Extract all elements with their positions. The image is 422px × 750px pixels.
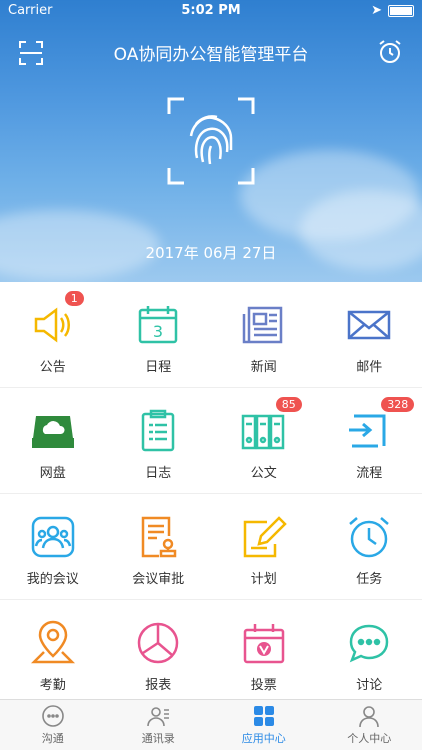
contacts-icon [147,707,170,727]
app-item[interactable]: 投票 [211,600,317,706]
app-item[interactable]: 85 公文 [211,388,317,494]
app-item[interactable]: 网盘 [0,388,106,494]
app-label: 网盘 [39,466,66,481]
app-label: 日志 [145,466,172,481]
cloud-drive-icon [30,408,76,454]
tab-chat[interactable]: 沟通 [0,700,106,750]
alarm-clock-icon [346,514,392,560]
speaker-icon: 1 [30,290,85,348]
pie-chart-icon [135,620,181,666]
current-date: 2017年 06月 27日 [145,244,277,262]
location-arrow-icon: ➤ [371,3,382,18]
app-label: 邮件 [356,360,383,375]
app-label: 投票 [250,678,277,693]
calendar-icon: 3 [135,302,181,348]
svg-text:3: 3 [153,322,163,341]
clipboard-icon [135,408,181,454]
app-label: 会议审批 [132,572,185,587]
tab-app-center[interactable]: 应用中心 [211,700,317,750]
battery-icon [388,4,414,17]
app-label: 公告 [39,360,66,375]
tab-bar: 沟通 通讯录 应用中心 个人中心 [0,699,422,750]
meeting-icon [30,514,76,560]
app-item[interactable]: 报表 [105,600,211,706]
approval-icon [135,514,181,560]
tab-label: 应用中心 [241,732,286,745]
app-label: 公文 [250,466,277,481]
app-item[interactable]: 1 公告 [0,282,106,388]
app-grid: 1 公告 3 日程 新闻 邮件 网盘 日志 85 公文 328 流程 我的会议 … [0,282,422,706]
app-label: 计划 [250,572,277,587]
header-banner: Carrier 5:02 PM ➤ OA协同办公智能管理平台 2017年 06月… [0,0,422,282]
tab-label: 通讯录 [141,732,175,745]
app-label: 我的会议 [26,572,79,587]
app-label: 考勤 [39,678,66,693]
app-label: 报表 [145,678,172,693]
tab-label: 个人中心 [347,732,392,745]
app-label: 流程 [356,466,383,481]
badge: 1 [63,290,85,307]
chat-bubble-icon [41,705,64,727]
tab-profile[interactable]: 个人中心 [317,700,422,750]
mail-icon [346,302,392,348]
app-item[interactable]: 3 日程 [105,282,211,388]
status-bar: Carrier 5:02 PM ➤ [0,0,422,22]
app-item[interactable]: 计划 [211,494,317,600]
app-item[interactable]: 日志 [105,388,211,494]
page-title: OA协同办公智能管理平台 [113,45,309,65]
clock: 5:02 PM [181,3,241,18]
fingerprint-icon[interactable] [166,96,256,186]
alarm-clock-icon[interactable] [376,38,404,66]
app-label: 任务 [356,572,383,587]
location-icon [30,620,76,666]
badge: 85 [274,396,303,413]
tab-label: 沟通 [41,732,64,745]
process-icon: 328 [346,396,416,454]
app-item[interactable]: 328 流程 [316,388,422,494]
app-label: 讨论 [356,678,383,693]
binders-icon: 85 [241,396,303,454]
plan-icon [241,514,287,560]
app-item[interactable]: 我的会议 [0,494,106,600]
apps-grid-icon [253,706,274,726]
tab-contacts[interactable]: 通讯录 [106,700,212,750]
app-item[interactable]: 会议审批 [105,494,211,600]
badge: 328 [380,396,416,413]
app-item[interactable]: 考勤 [0,600,106,706]
vote-icon [241,620,287,666]
app-item[interactable]: 讨论 [316,600,422,706]
app-label: 新闻 [250,360,277,375]
app-item[interactable]: 邮件 [316,282,422,388]
person-icon [359,706,380,728]
app-item[interactable]: 任务 [316,494,422,600]
app-label: 日程 [145,360,172,375]
newspaper-icon [241,302,287,348]
chat-icon [346,620,392,666]
app-item[interactable]: 新闻 [211,282,317,388]
